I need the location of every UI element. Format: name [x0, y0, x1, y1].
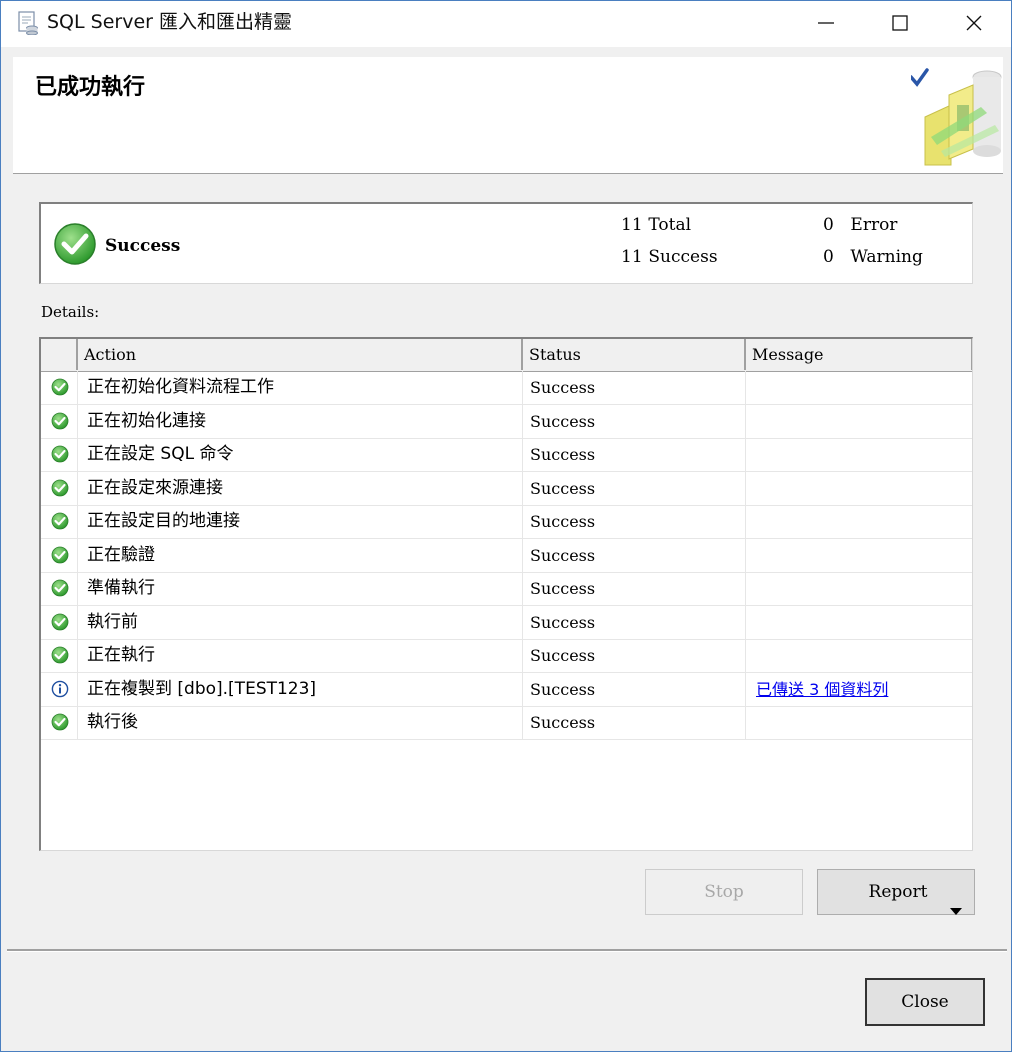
- row-icon-cell: [41, 706, 78, 739]
- column-header-action[interactable]: Action: [78, 339, 523, 370]
- column-header-status[interactable]: Status: [523, 339, 746, 370]
- row-action: 正在初始化連接: [78, 404, 523, 438]
- table-row[interactable]: 正在設定來源連接 Success: [41, 471, 972, 506]
- row-icon-cell: [41, 505, 78, 538]
- row-status: Success: [523, 706, 746, 739]
- row-icon-cell: [41, 538, 78, 572]
- table-row[interactable]: 正在初始化資料流程工作 Success: [41, 371, 972, 405]
- wizard-app-icon: [17, 11, 39, 36]
- table-row[interactable]: 正在設定目的地連接 Success: [41, 505, 972, 539]
- message-link[interactable]: 已傳送 3 個資料列: [756, 680, 888, 699]
- row-status: Success: [523, 404, 746, 438]
- row-status: Success: [523, 371, 746, 404]
- total-count: 11: [621, 215, 643, 235]
- total-stat: 11 Total: [621, 215, 691, 235]
- column-header-icon[interactable]: [41, 339, 78, 370]
- table-row[interactable]: 準備執行 Success: [41, 572, 972, 606]
- page-title: 已成功執行: [35, 75, 146, 100]
- row-action: 正在設定目的地連接: [78, 505, 523, 538]
- stop-button[interactable]: Stop: [645, 869, 803, 915]
- minimize-button[interactable]: [789, 1, 863, 45]
- table-row[interactable]: 正在複製到 [dbo].[TEST123] Success 已傳送 3 個資料列: [41, 672, 972, 707]
- row-action: 正在驗證: [78, 538, 523, 572]
- table-row[interactable]: 正在驗證 Success: [41, 538, 972, 573]
- row-message: [746, 539, 972, 572]
- row-message: [746, 639, 972, 672]
- row-action: 正在設定 SQL 命令: [78, 438, 523, 471]
- row-message: [746, 438, 972, 471]
- row-message: [746, 405, 972, 438]
- row-action: 正在設定來源連接: [78, 471, 523, 505]
- row-action: 正在初始化資料流程工作: [78, 371, 523, 404]
- row-icon-cell: [41, 438, 78, 471]
- row-action: 執行前: [78, 605, 523, 639]
- row-message: 已傳送 3 個資料列: [746, 673, 972, 706]
- row-icon-cell: [41, 572, 78, 605]
- wizard-window: SQL Server 匯入和匯出精靈 已成功執行 Success 11 Tota…: [0, 0, 1012, 1052]
- error-label: Error: [850, 215, 898, 235]
- row-icon-cell: [41, 404, 78, 438]
- row-icon-cell: [41, 605, 78, 639]
- window-close-button[interactable]: [937, 1, 1011, 45]
- table-row[interactable]: 正在設定 SQL 命令 Success: [41, 438, 972, 472]
- error-count: 0: [823, 215, 834, 235]
- row-action: 正在執行: [78, 639, 523, 672]
- row-message: [746, 606, 972, 639]
- warning-label: Warning: [850, 247, 923, 267]
- table-row[interactable]: 正在執行 Success: [41, 639, 972, 673]
- title-bar[interactable]: SQL Server 匯入和匯出精靈: [1, 1, 1011, 47]
- caret-down-icon: [950, 889, 962, 933]
- maximize-button[interactable]: [863, 1, 937, 45]
- summary-panel: Success 11 Total 11 Success 0 Error 0 Wa…: [39, 202, 973, 284]
- row-status: Success: [523, 605, 746, 639]
- warning-stat: 0 Warning: [823, 247, 923, 267]
- grid-header: Action Status Message: [41, 339, 972, 372]
- row-status: Success: [523, 672, 746, 706]
- wizard-checkmark-graphic: [909, 67, 1003, 167]
- success-label: Success: [648, 247, 718, 267]
- table-row[interactable]: 執行後 Success: [41, 706, 972, 740]
- close-button[interactable]: Close: [865, 978, 985, 1026]
- details-label: Details:: [41, 303, 100, 321]
- row-icon-cell: [41, 672, 78, 706]
- warning-count: 0: [823, 247, 834, 267]
- row-status: Success: [523, 471, 746, 505]
- footer-divider: [7, 949, 1007, 952]
- header-panel: 已成功執行: [13, 57, 1003, 174]
- row-icon-cell: [41, 371, 78, 404]
- total-label: Total: [648, 215, 692, 235]
- row-status: Success: [523, 438, 746, 471]
- row-status: Success: [523, 572, 746, 605]
- column-header-message[interactable]: Message: [746, 339, 972, 370]
- success-count: 11: [621, 247, 643, 267]
- success-stat: 11 Success: [621, 247, 718, 267]
- row-action: 準備執行: [78, 572, 523, 605]
- minimize-icon: [818, 22, 834, 24]
- row-status: Success: [523, 538, 746, 572]
- error-stat: 0 Error: [823, 215, 897, 235]
- summary-status: Success: [105, 236, 181, 256]
- row-status: Success: [523, 505, 746, 538]
- row-icon-cell: [41, 639, 78, 672]
- report-button[interactable]: Report: [817, 869, 975, 915]
- success-icon: [53, 222, 97, 270]
- close-icon: [966, 15, 982, 31]
- row-action: 執行後: [78, 706, 523, 739]
- row-message: [746, 505, 972, 538]
- row-message: [746, 572, 972, 605]
- maximize-icon: [892, 15, 908, 31]
- table-row[interactable]: 正在初始化連接 Success: [41, 404, 972, 439]
- window-title: SQL Server 匯入和匯出精靈: [47, 11, 292, 33]
- table-row[interactable]: 執行前 Success: [41, 605, 972, 640]
- row-status: Success: [523, 639, 746, 672]
- row-action: 正在複製到 [dbo].[TEST123]: [78, 672, 523, 706]
- row-icon-cell: [41, 471, 78, 505]
- row-message: [746, 472, 972, 505]
- row-message: [746, 371, 972, 404]
- row-message: [746, 706, 972, 739]
- details-grid[interactable]: Action Status Message 正在初始化資料流程工作 Success…: [39, 337, 973, 851]
